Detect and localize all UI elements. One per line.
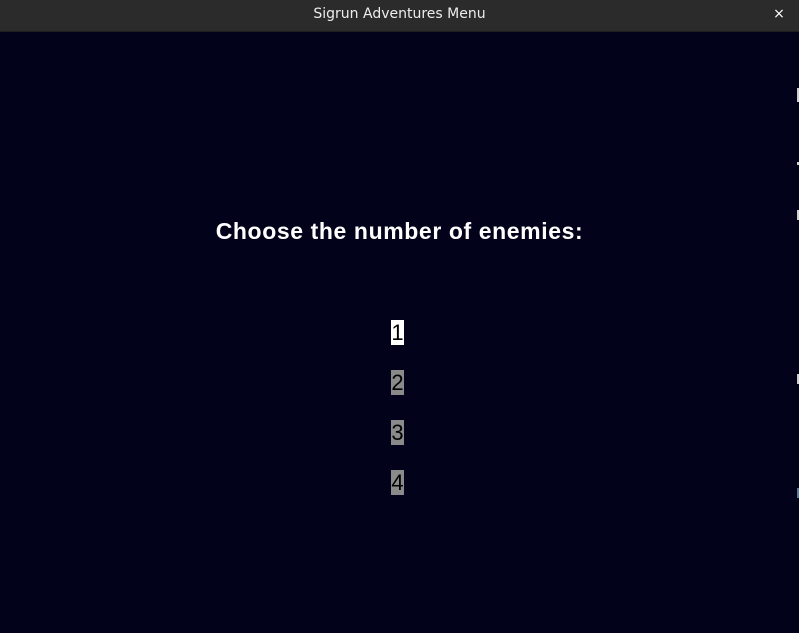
option-3[interactable]: 3 [391,420,404,445]
option-4[interactable]: 4 [391,470,404,495]
menu-heading: Choose the number of enemies: [215,218,584,244]
window-title: Sigrun Adventures Menu [313,6,486,22]
option-1[interactable]: 1 [391,320,404,345]
game-window: Sigrun Adventures Menu × Choose the numb… [0,0,799,633]
menu-screen: Choose the number of enemies: 1 2 3 4 [0,32,799,633]
title-bar[interactable]: Sigrun Adventures Menu × [0,0,799,32]
option-2[interactable]: 2 [391,370,404,395]
edge-artifacts [795,32,799,633]
close-icon: × [773,6,785,22]
close-button[interactable]: × [771,6,787,22]
